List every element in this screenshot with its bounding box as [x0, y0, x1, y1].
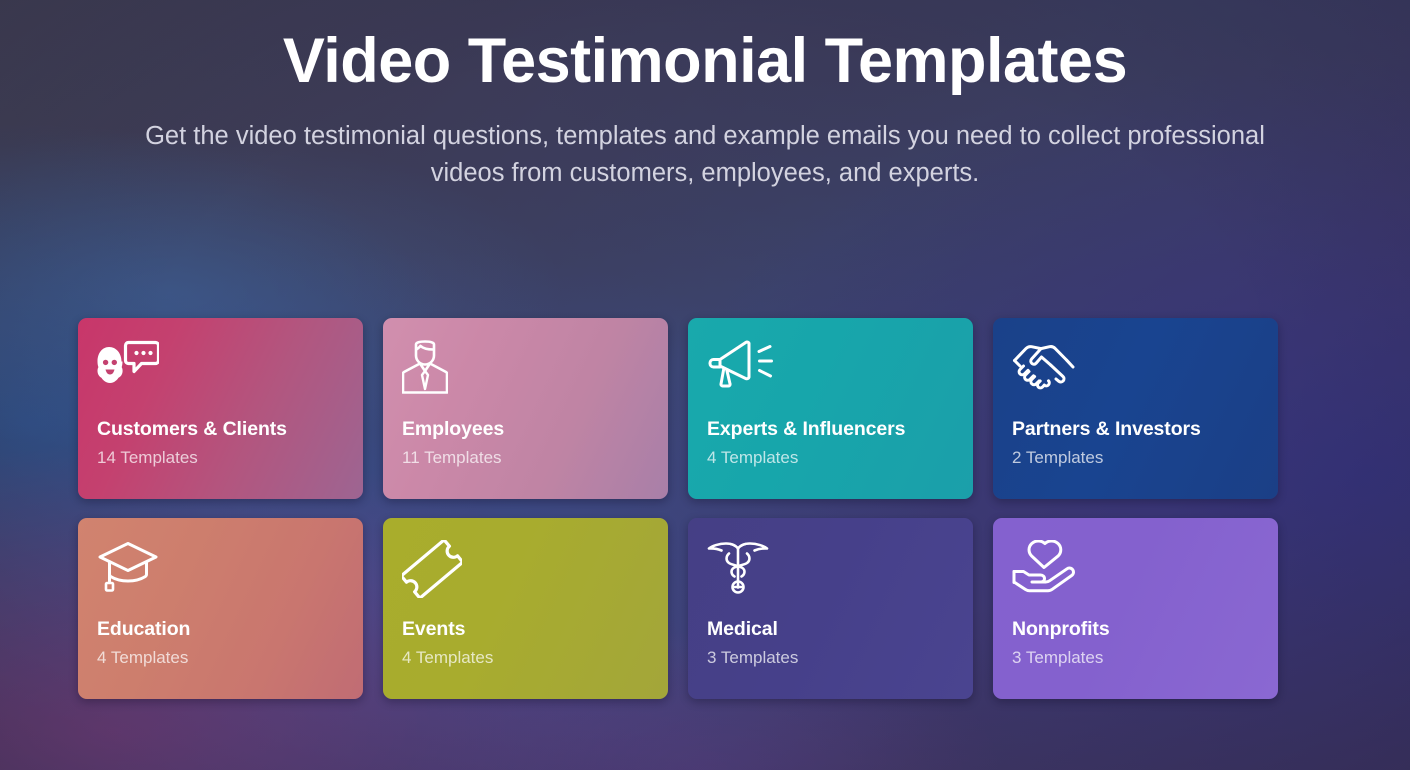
category-card-title: Events	[402, 618, 466, 640]
face-speech-bubble-icon	[97, 340, 363, 398]
category-card-partners-investors[interactable]: Partners & Investors 2 Templates	[993, 318, 1278, 499]
hand-heart-icon	[1012, 540, 1278, 598]
megaphone-icon	[707, 340, 973, 398]
category-card-title: Education	[97, 618, 191, 640]
category-card-title: Partners & Investors	[1012, 418, 1201, 440]
category-card-medical[interactable]: Medical 3 Templates	[688, 518, 973, 699]
ticket-icon	[402, 540, 668, 598]
page-title: Video Testimonial Templates	[282, 26, 1128, 96]
template-category-grid: Customers & Clients 14 Templates Employee…	[78, 318, 1282, 699]
page-subtitle: Get the video testimonial questions, tem…	[145, 122, 1265, 187]
category-card-count: 4 Templates	[707, 448, 799, 467]
category-card-education[interactable]: Education 4 Templates	[78, 518, 363, 699]
category-card-count: 3 Templates	[707, 648, 799, 667]
category-card-count: 11 Templates	[402, 448, 502, 467]
category-card-nonprofits[interactable]: Nonprofits 3 Templates	[993, 518, 1278, 699]
category-card-count: 4 Templates	[97, 648, 189, 667]
business-person-tie-icon	[402, 340, 668, 398]
category-card-count: 14 Templates	[97, 448, 198, 467]
category-card-experts-influencers[interactable]: Experts & Influencers 4 Templates	[688, 318, 973, 499]
page-root: Video Testimonial Templates Get the vide…	[0, 0, 1410, 770]
category-card-title: Experts & Influencers	[707, 418, 906, 440]
category-card-title: Nonprofits	[1012, 618, 1110, 640]
category-card-employees[interactable]: Employees 11 Templates	[383, 318, 668, 499]
category-card-title: Medical	[707, 618, 778, 640]
category-card-count: 2 Templates	[1012, 448, 1104, 467]
category-card-count: 4 Templates	[402, 648, 494, 667]
category-card-title: Employees	[402, 418, 505, 440]
caduceus-icon	[707, 540, 973, 598]
category-card-count: 3 Templates	[1012, 648, 1104, 667]
graduation-cap-icon	[97, 540, 363, 598]
category-card-events[interactable]: Events 4 Templates	[383, 518, 668, 699]
category-card-title: Customers & Clients	[97, 418, 287, 440]
handshake-icon	[1012, 340, 1278, 398]
category-card-customers-clients[interactable]: Customers & Clients 14 Templates	[78, 318, 363, 499]
